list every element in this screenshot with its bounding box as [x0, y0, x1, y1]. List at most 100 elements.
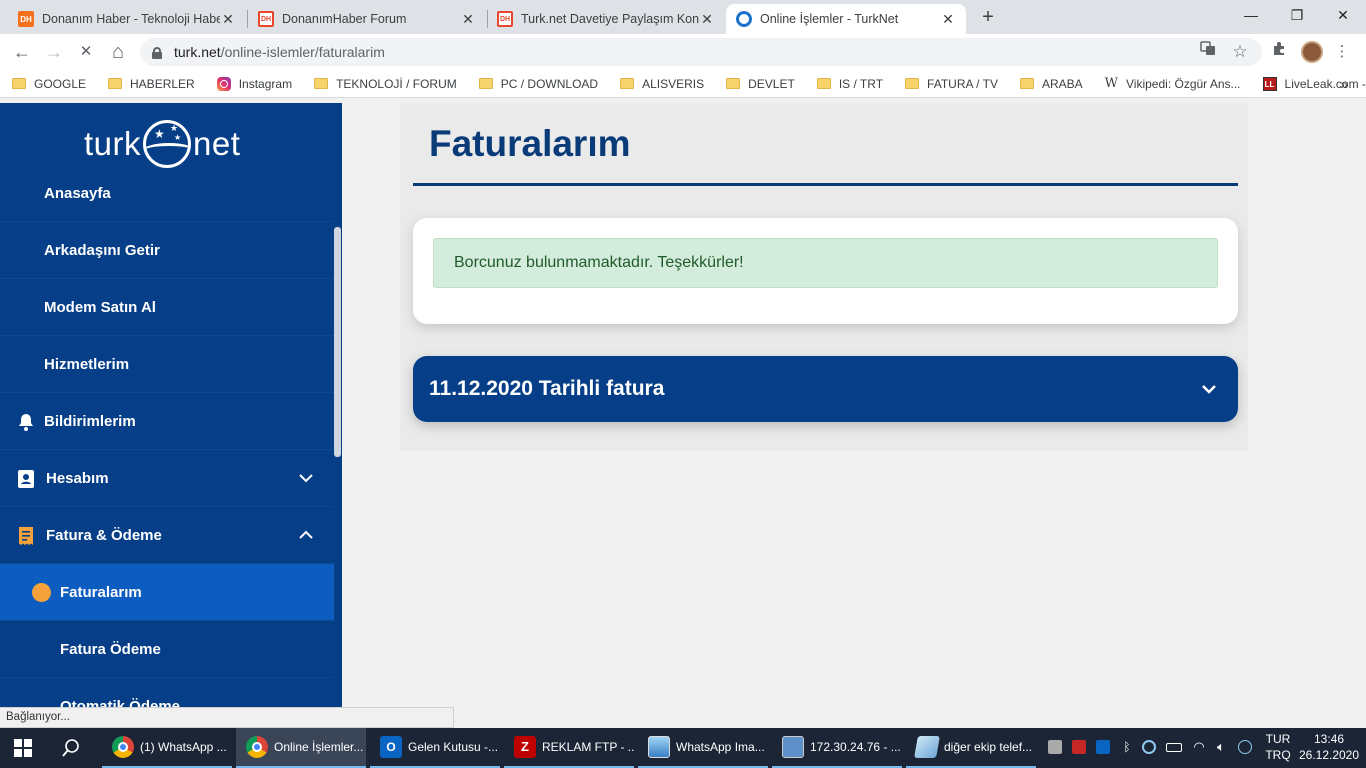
minimize-button[interactable]: — — [1228, 0, 1274, 30]
bookmark-label: FATURA / TV — [927, 76, 998, 91]
sidebar-item-arkadasini-getir[interactable]: Arkadaşını Getir — [0, 222, 334, 279]
bookmark-pc-download[interactable]: PC / DOWNLOAD — [478, 77, 598, 91]
turknet-logo[interactable]: turk ★ ★ ★ net — [84, 119, 240, 169]
language-globe-icon[interactable] — [1238, 740, 1252, 754]
taskbar-notepad[interactable]: diğer ekip telef... — [906, 728, 1036, 768]
taskbar-clock[interactable]: 13:46 26.12.2020 — [1296, 731, 1362, 763]
outlook-icon: O — [380, 736, 402, 758]
bookmark-google[interactable]: GOOGLE — [12, 77, 86, 91]
remote-desktop-icon — [782, 736, 804, 758]
windows-taskbar: (1) WhatsApp ... Online İşlemler... O Ge… — [0, 728, 1366, 768]
menu-kebab-icon[interactable]: ⋮ — [1328, 38, 1356, 66]
restore-button[interactable]: ❐ — [1274, 0, 1320, 30]
tab-davetiye[interactable]: DH Turk.net Davetiye Paylaşım Konu ✕ — [487, 4, 725, 34]
windows-start-icon[interactable] — [14, 739, 32, 757]
bookmark-is-trt[interactable]: IS / TRT — [816, 76, 884, 91]
chevron-down-icon[interactable] — [298, 470, 314, 486]
bookmark-label: ALISVERIS — [642, 76, 705, 91]
invoice-accordion[interactable]: 11.12.2020 Tarihli fatura — [413, 356, 1238, 422]
search-icon[interactable] — [60, 737, 82, 759]
dh-icon: DH — [18, 11, 34, 27]
stop-loading-button[interactable]: ✕ — [72, 38, 100, 66]
close-window-button[interactable]: ✕ — [1320, 0, 1366, 30]
folder-icon — [314, 78, 329, 89]
sidebar-item-faturalarim[interactable]: Faturalarım — [0, 564, 334, 621]
bookmark-haberler[interactable]: HABERLER — [108, 77, 195, 91]
bookmark-araba[interactable]: ARABA — [1019, 77, 1083, 91]
taskbar-item-label: Gelen Kutusu -... — [408, 740, 499, 754]
bookmark-star-icon[interactable]: ☆ — [1226, 38, 1254, 66]
close-tab-icon[interactable]: ✕ — [220, 11, 236, 28]
tab-donanimhaber[interactable]: DH Donanım Haber - Teknoloji Haber ✕ — [8, 4, 246, 34]
chevron-down-icon[interactable] — [1200, 380, 1218, 398]
taskbar-whatsapp-image[interactable]: WhatsApp Ima... — [638, 728, 768, 768]
tab-title: Online İşlemler - TurkNet — [760, 12, 899, 26]
bookmark-teknoloji[interactable]: TEKNOLOJİ / FORUM — [314, 77, 457, 91]
folder-icon — [478, 78, 493, 89]
home-button[interactable]: ⌂ — [104, 38, 132, 66]
sidebar-item-label: Modem Satın Al — [44, 298, 156, 316]
taskbar-whatsapp-chrome[interactable]: (1) WhatsApp ... — [102, 728, 232, 768]
taskbar-item-label: WhatsApp Ima... — [676, 740, 765, 754]
tab-online-islemler[interactable]: Online İşlemler - TurkNet ✕ — [726, 4, 966, 34]
close-tab-icon[interactable]: ✕ — [699, 11, 715, 28]
new-tab-button[interactable]: + — [976, 6, 1000, 30]
usb-icon[interactable] — [1048, 740, 1062, 754]
lock-icon[interactable] — [152, 46, 162, 59]
bookmark-alisveris[interactable]: ALISVERIS — [620, 77, 704, 91]
folder-icon — [108, 78, 123, 89]
translate-icon[interactable] — [1194, 38, 1222, 66]
bookmarks-bar: GOOGLE HABERLER Instagram TEKNOLOJİ / FO… — [0, 70, 1366, 98]
tab-dh-forum[interactable]: DH DonanımHaber Forum ✕ — [248, 4, 486, 34]
close-tab-icon[interactable]: ✕ — [460, 11, 476, 28]
volume-icon[interactable]: 🔈︎ — [1214, 740, 1228, 754]
antivirus-icon[interactable] — [1072, 740, 1086, 754]
sidebar-item-fatura-odeme[interactable]: Fatura & Ödeme — [0, 507, 334, 564]
turknet-icon — [736, 11, 752, 27]
sidebar-item-modem-satin-al[interactable]: Modem Satın Al — [0, 279, 334, 336]
taskbar-item-label: (1) WhatsApp ... — [140, 740, 227, 754]
contact-card-icon — [18, 470, 34, 488]
bookmark-instagram[interactable]: Instagram — [216, 76, 292, 91]
folder-icon — [816, 78, 831, 89]
taskbar-filezilla[interactable]: Z REKLAM FTP - ... — [504, 728, 634, 768]
forward-button[interactable]: → — [40, 38, 68, 66]
sidebar-item-hizmetlerim[interactable]: Hizmetlerim — [0, 336, 334, 393]
folder-icon — [12, 78, 26, 89]
taskbar-remote-desktop[interactable]: 172.30.24.76 - ... — [772, 728, 902, 768]
bookmark-devlet[interactable]: DEVLET — [726, 77, 795, 91]
bookmarks-overflow-button[interactable]: » — [1340, 76, 1348, 92]
address-bar[interactable]: turk.net/online-islemler/faturalarim — [140, 38, 1262, 66]
url-path: /online-islemler/faturalarim — [220, 44, 385, 60]
bookmark-fatura-tv[interactable]: FATURA / TV — [905, 77, 998, 91]
sidebar-scrollbar-thumb[interactable] — [334, 227, 341, 457]
sidebar-item-label: Bildirimlerim — [44, 412, 136, 430]
sidebar-item-label: Hizmetlerim — [44, 355, 130, 373]
back-button[interactable]: ← — [8, 38, 36, 66]
chevron-up-icon[interactable] — [298, 527, 314, 543]
sidebar-item-anasayfa[interactable]: Anasayfa — [0, 165, 334, 222]
bookmark-liveleak[interactable]: LL LiveLeak.com - Red... — [1262, 76, 1366, 91]
sidebar-item-fatura-odeme-sub[interactable]: Fatura Ödeme — [0, 621, 334, 678]
folder-icon — [1019, 78, 1034, 89]
taskbar-item-label: 172.30.24.76 - ... — [810, 740, 901, 754]
sidebar-item-hesabim[interactable]: Hesabım — [0, 450, 334, 507]
onedrive-icon[interactable] — [1142, 740, 1156, 754]
extensions-icon[interactable] — [1265, 38, 1293, 66]
taskbar-outlook[interactable]: O Gelen Kutusu -... — [370, 728, 500, 768]
bookmark-label: IS / TRT — [838, 76, 884, 91]
outlook-tray-icon[interactable] — [1096, 740, 1110, 754]
language-line1: TUR — [1265, 732, 1291, 746]
battery-icon[interactable] — [1166, 743, 1182, 752]
bookmark-label: GOOGLE — [34, 76, 87, 91]
profile-avatar[interactable] — [1301, 41, 1323, 63]
taskbar-online-islemler[interactable]: Online İşlemler... — [236, 728, 366, 768]
input-language[interactable]: TUR TRQ — [1264, 731, 1292, 763]
bookmark-vikipedi[interactable]: W Vikipedi: Özgür Ans... — [1105, 76, 1241, 91]
clock-date: 26.12.2020 — [1298, 748, 1360, 762]
bluetooth-icon[interactable]: ᛒ — [1120, 740, 1134, 754]
wifi-icon[interactable]: ◠ — [1192, 740, 1206, 754]
active-indicator-dot — [32, 583, 51, 602]
close-tab-icon[interactable]: ✕ — [940, 11, 956, 28]
sidebar-item-bildirimlerim[interactable]: Bildirimlerim — [0, 393, 334, 450]
